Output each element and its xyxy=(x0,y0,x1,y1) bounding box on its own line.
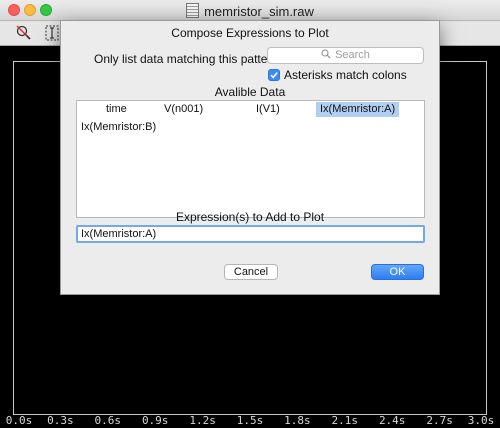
window-title: memristor_sim.raw xyxy=(0,3,500,19)
asterisks-label[interactable]: Asterisks match colons xyxy=(284,68,407,82)
x-tick-label: 0.3s xyxy=(47,414,74,427)
cancel-button[interactable]: Cancel xyxy=(224,264,278,280)
x-tick-label: 2.7s xyxy=(426,414,453,427)
list-item[interactable]: V(n001) xyxy=(164,103,203,115)
x-tick-label: 0.6s xyxy=(94,414,122,427)
available-data-list[interactable]: time V(n001) I(V1) Ix(Memristor:A) Ix(Me… xyxy=(76,100,425,218)
expression-input[interactable]: Ix(Memristor:A) xyxy=(76,225,425,243)
cursor-icon[interactable] xyxy=(43,24,61,42)
x-tick-label: 0.0s xyxy=(5,414,33,427)
search-icon xyxy=(321,49,331,59)
document-icon xyxy=(186,3,200,18)
list-item[interactable]: Ix(Memristor:B) xyxy=(81,121,156,133)
available-data-label: Avalible Data xyxy=(214,85,286,99)
dialog-title: Compose Expressions to Plot xyxy=(171,26,329,40)
title-bar: memristor_sim.raw xyxy=(0,0,500,21)
x-tick-label: 0.9s xyxy=(141,414,169,427)
window-title-text: memristor_sim.raw xyxy=(204,4,314,19)
checkmark-icon xyxy=(270,72,278,79)
x-tick-label: 2.1s xyxy=(331,414,359,427)
search-placeholder: Search xyxy=(335,49,370,61)
x-tick-label: 1.2s xyxy=(189,414,216,427)
filter-pattern-label: Only list data matching this pattern: xyxy=(94,52,282,66)
x-tick-label: 1.5s xyxy=(236,414,264,427)
compose-expressions-dialog: Compose Expressions to Plot Only list da… xyxy=(60,20,440,295)
x-tick-label: 2.4s xyxy=(378,414,406,427)
ok-button[interactable]: OK xyxy=(371,264,424,280)
list-item[interactable]: I(V1) xyxy=(256,103,280,115)
list-item-selected[interactable]: Ix(Memristor:A) xyxy=(316,102,400,117)
x-tick-label: 1.8s xyxy=(284,414,311,427)
zoom-fit-icon[interactable] xyxy=(15,24,33,42)
asterisks-checkbox[interactable] xyxy=(268,69,280,81)
search-input[interactable]: Search xyxy=(267,47,424,64)
expression-label: Expression(s) to Add to Plot xyxy=(175,210,325,224)
x-tick-label: 3.0s xyxy=(467,414,495,427)
list-item[interactable]: time xyxy=(106,103,127,115)
